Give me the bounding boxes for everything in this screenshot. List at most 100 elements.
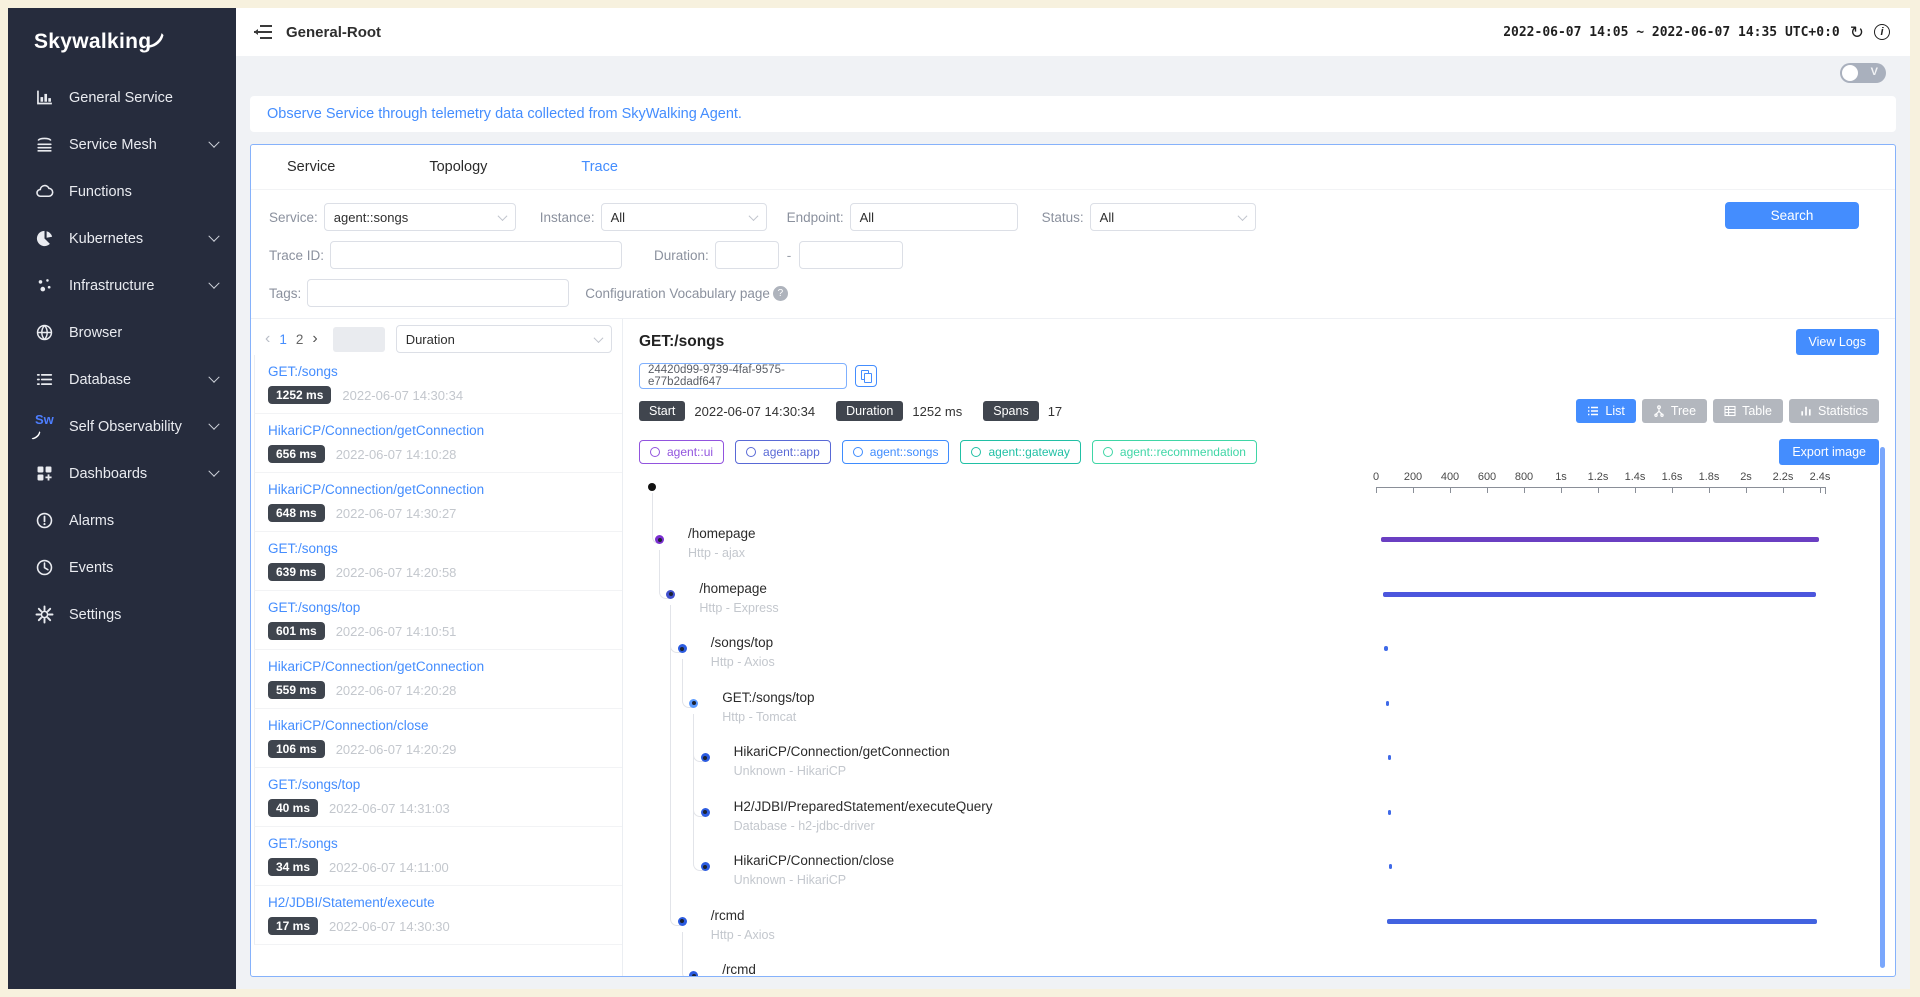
service-chip-agent-app[interactable]: agent::app [735, 440, 831, 464]
span-name[interactable]: HikariCP/Connection/close [734, 853, 895, 868]
trace-id-input[interactable] [330, 241, 622, 269]
sidebar-item-alarms[interactable]: Alarms [8, 497, 236, 544]
page-1-button[interactable]: 1 [279, 332, 287, 347]
duration-badge: 648 ms [268, 504, 325, 522]
status-select[interactable]: All [1090, 203, 1256, 231]
trace-item-name[interactable]: H2/JDBI/Statement/execute [268, 895, 610, 910]
trace-list-item[interactable]: GET:/songs639 ms2022-06-07 14:20:58 [254, 532, 622, 591]
trace-list-item[interactable]: GET:/songs1252 ms2022-06-07 14:30:34 [254, 355, 622, 414]
span-name[interactable]: /rcmd [722, 962, 756, 976]
sidebar-item-browser[interactable]: Browser [8, 309, 236, 356]
span-name[interactable]: /homepage [699, 581, 767, 596]
view-logs-button[interactable]: View Logs [1796, 329, 1879, 355]
span-row[interactable]: /rcmd [639, 962, 1879, 976]
trace-item-name[interactable]: HikariCP/Connection/getConnection [268, 659, 610, 674]
question-circle-icon[interactable]: ? [773, 286, 788, 301]
time-range-picker[interactable]: 2022-06-07 14:05 ~ 2022-06-07 14:35 UTC+… [1503, 25, 1840, 40]
trace-id-select[interactable]: 24420d99-9739-4faf-9575-e77b2dadf647 [639, 363, 847, 389]
list-view-button[interactable]: List [1576, 399, 1635, 423]
span-name[interactable]: GET:/songs/top [722, 690, 814, 705]
sidebar-item-events[interactable]: Events [8, 544, 236, 591]
sidebar-item-self-observability[interactable]: Sw)Self Observability [8, 403, 236, 450]
span-name[interactable]: /homepage [688, 526, 756, 541]
span-row[interactable]: GET:/songs/topHttp - Tomcat [639, 690, 1879, 734]
export-image-button[interactable]: Export image [1779, 439, 1879, 465]
vocab-link[interactable]: Configuration Vocabulary page ? [585, 286, 788, 301]
search-button[interactable]: Search [1725, 202, 1859, 229]
sidebar-item-label: Browser [69, 325, 122, 341]
endpoint-input[interactable]: All [850, 203, 1018, 231]
trace-item-name[interactable]: GET:/songs/top [268, 777, 610, 792]
sidebar-item-service-mesh[interactable]: Service Mesh [8, 121, 236, 168]
trace-list-item[interactable]: HikariCP/Connection/getConnection648 ms2… [254, 473, 622, 532]
span-row[interactable]: /homepageHttp - ajax [639, 526, 1879, 570]
tree-view-button[interactable]: Tree [1642, 399, 1707, 423]
span-row[interactable]: /rcmdHttp - Axios [639, 908, 1879, 952]
tab-trace[interactable]: Trace [581, 159, 618, 175]
span-duration-bar[interactable] [1383, 592, 1816, 597]
trace-list-item[interactable]: GET:/songs/top40 ms2022-06-07 14:31:03 [254, 768, 622, 827]
span-row[interactable]: /songs/topHttp - Axios [639, 635, 1879, 679]
cloud-icon [35, 182, 54, 201]
sidebar-item-settings[interactable]: Settings [8, 591, 236, 638]
duration-max-input[interactable] [799, 241, 903, 269]
span-row[interactable]: HikariCP/Connection/closeUnknown - Hikar… [639, 853, 1879, 897]
span-name[interactable]: H2/JDBI/PreparedStatement/executeQuery [734, 799, 993, 814]
sidebar-item-general-service[interactable]: General Service [8, 74, 236, 121]
trace-item-name[interactable]: GET:/songs/top [268, 600, 610, 615]
trace-item-name[interactable]: HikariCP/Connection/getConnection [268, 423, 610, 438]
span-duration-bar[interactable] [1386, 701, 1389, 706]
trace-list-item[interactable]: GET:/songs/top601 ms2022-06-07 14:10:51 [254, 591, 622, 650]
trace-list-item[interactable]: HikariCP/Connection/getConnection656 ms2… [254, 414, 622, 473]
span-duration-bar[interactable] [1388, 755, 1391, 760]
span-duration-bar[interactable] [1387, 919, 1817, 924]
tab-service[interactable]: Service [287, 159, 335, 175]
service-select[interactable]: agent::songs [324, 203, 516, 231]
trace-item-name[interactable]: GET:/songs [268, 364, 610, 379]
info-icon[interactable]: i [1874, 24, 1890, 40]
span-row[interactable]: H2/JDBI/PreparedStatement/executeQueryDa… [639, 799, 1879, 843]
service-chip-agent-ui[interactable]: agent::ui [639, 440, 724, 464]
menu-fold-icon[interactable] [254, 25, 272, 39]
statistics-view-button[interactable]: Statistics [1789, 399, 1879, 423]
span-duration-bar[interactable] [1388, 810, 1391, 815]
span-duration-bar[interactable] [1389, 864, 1392, 869]
sidebar-item-infrastructure[interactable]: Infrastructure [8, 262, 236, 309]
duration-min-input[interactable] [715, 241, 779, 269]
trace-item-name[interactable]: HikariCP/Connection/close [268, 718, 610, 733]
tab-topology[interactable]: Topology [429, 159, 487, 175]
page-2-button[interactable]: 2 [296, 332, 304, 347]
sort-select[interactable]: Duration [396, 325, 612, 353]
trace-list-item[interactable]: H2/JDBI/Statement/execute17 ms2022-06-07… [254, 886, 622, 945]
span-duration-bar[interactable] [1381, 537, 1819, 542]
next-page-button[interactable]: › [312, 330, 317, 348]
table-view-button[interactable]: Table [1713, 399, 1783, 423]
trace-item-name[interactable]: HikariCP/Connection/getConnection [268, 482, 610, 497]
span-row[interactable]: HikariCP/Connection/getConnectionUnknown… [639, 744, 1879, 788]
service-chip-agent-songs[interactable]: agent::songs [842, 440, 950, 464]
trace-item-name[interactable]: GET:/songs [268, 541, 610, 556]
trace-list-item[interactable]: HikariCP/Connection/close106 ms2022-06-0… [254, 709, 622, 768]
span-name[interactable]: HikariCP/Connection/getConnection [734, 744, 950, 759]
span-name[interactable]: /rcmd [711, 908, 745, 923]
tags-input[interactable] [307, 279, 569, 307]
trace-list-item[interactable]: HikariCP/Connection/getConnection559 ms2… [254, 650, 622, 709]
service-chip-agent-gateway[interactable]: agent::gateway [960, 440, 1080, 464]
sidebar-item-kubernetes[interactable]: Kubernetes [8, 215, 236, 262]
refresh-icon[interactable]: ↻ [1850, 24, 1864, 41]
service-chip-agent-recommendation[interactable]: agent::recommendation [1092, 440, 1257, 464]
copy-icon[interactable] [855, 365, 877, 387]
sidebar-item-dashboards[interactable]: Dashboards [8, 450, 236, 497]
trace-list-item[interactable]: GET:/songs34 ms2022-06-07 14:11:00 [254, 827, 622, 886]
page-jump-box[interactable] [333, 327, 385, 352]
version-toggle[interactable]: V [1840, 63, 1886, 83]
span-name[interactable]: /songs/top [711, 635, 773, 650]
span-duration-bar[interactable] [1384, 646, 1388, 651]
sidebar-item-functions[interactable]: Functions [8, 168, 236, 215]
trace-item-name[interactable]: GET:/songs [268, 836, 610, 851]
prev-page-button[interactable]: ‹ [265, 330, 270, 348]
sidebar-item-database[interactable]: Database [8, 356, 236, 403]
span-row[interactable]: /homepageHttp - Express [639, 581, 1879, 625]
vertical-scrollbar[interactable] [1880, 447, 1885, 968]
instance-select[interactable]: All [601, 203, 767, 231]
